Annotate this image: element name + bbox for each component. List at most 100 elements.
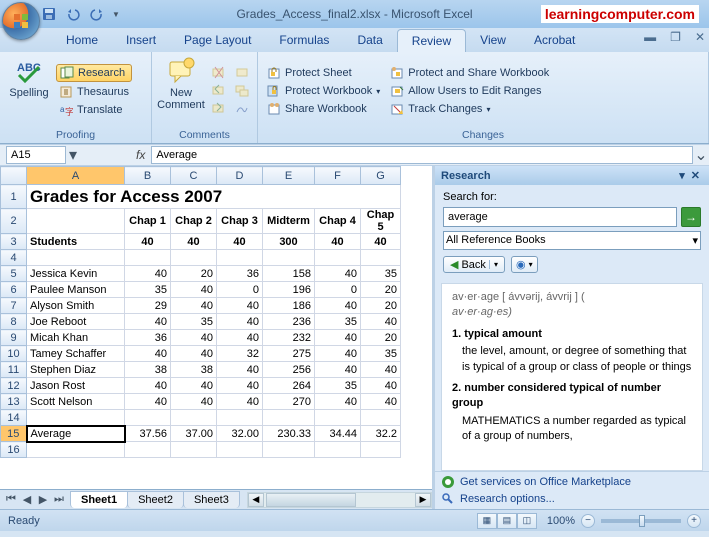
- zoom-level[interactable]: 100%: [547, 515, 575, 527]
- prev-sheet-icon[interactable]: ◀: [20, 493, 34, 506]
- marketplace-link[interactable]: Get services on Office Marketplace: [441, 475, 703, 489]
- cell[interactable]: 40: [125, 266, 171, 282]
- cell[interactable]: [315, 250, 361, 266]
- cell[interactable]: 196: [263, 282, 315, 298]
- cell[interactable]: 40: [315, 394, 361, 410]
- column-header[interactable]: E: [263, 167, 315, 185]
- cell[interactable]: [361, 410, 401, 426]
- cell[interactable]: Joe Reboot: [27, 314, 125, 330]
- fx-icon[interactable]: fx: [136, 148, 145, 162]
- namebox-dropdown-icon[interactable]: ▾: [66, 145, 80, 165]
- row-header[interactable]: 16: [1, 442, 27, 458]
- show-all-comments-button[interactable]: [232, 83, 252, 99]
- protect-workbook-button[interactable]: Protect Workbook ▾: [264, 83, 383, 99]
- thesaurus-button[interactable]: Thesaurus: [56, 84, 132, 100]
- row-header[interactable]: 2: [1, 209, 27, 234]
- prev-comment-button[interactable]: [208, 83, 228, 99]
- cell[interactable]: [217, 442, 263, 458]
- spreadsheet-grid[interactable]: ABCDEFG1Grades for Access 20072Chap 1Cha…: [0, 166, 432, 509]
- go-button[interactable]: →: [681, 207, 701, 227]
- row-header[interactable]: 1: [1, 185, 27, 209]
- close-icon[interactable]: ✕: [695, 30, 705, 44]
- tab-review[interactable]: Review: [397, 29, 466, 52]
- cell[interactable]: Paulee Manson: [27, 282, 125, 298]
- row-header[interactable]: 13: [1, 394, 27, 410]
- tab-insert[interactable]: Insert: [112, 29, 170, 52]
- sheet-tab-sheet2[interactable]: Sheet2: [127, 491, 184, 508]
- protect-share-button[interactable]: Protect and Share Workbook: [387, 65, 552, 81]
- cell[interactable]: 264: [263, 378, 315, 394]
- cell[interactable]: [125, 250, 171, 266]
- cell[interactable]: [217, 410, 263, 426]
- cell[interactable]: 35: [315, 314, 361, 330]
- restore-icon[interactable]: ❐: [670, 30, 681, 44]
- cell[interactable]: 20: [361, 330, 401, 346]
- cell[interactable]: 40: [125, 394, 171, 410]
- cell[interactable]: Jessica Kevin: [27, 266, 125, 282]
- cell[interactable]: 35: [361, 346, 401, 362]
- tab-acrobat[interactable]: Acrobat: [520, 29, 589, 52]
- save-icon[interactable]: [38, 3, 60, 25]
- cell[interactable]: 40: [171, 378, 217, 394]
- cell[interactable]: Chap 4: [315, 209, 361, 234]
- cell[interactable]: 40: [125, 314, 171, 330]
- row-header[interactable]: 6: [1, 282, 27, 298]
- cell[interactable]: 40: [217, 298, 263, 314]
- cell[interactable]: 256: [263, 362, 315, 378]
- cell[interactable]: 40: [361, 362, 401, 378]
- cell[interactable]: 40: [361, 378, 401, 394]
- cell[interactable]: Chap 5: [361, 209, 401, 234]
- cell[interactable]: 40: [315, 234, 361, 250]
- show-ink-button[interactable]: [232, 101, 252, 117]
- research-source-select[interactable]: All Reference Books▾: [443, 231, 701, 250]
- normal-view-button[interactable]: ▦: [477, 513, 497, 529]
- back-button[interactable]: ◀ Back ▾: [443, 256, 505, 273]
- tab-view[interactable]: View: [466, 29, 520, 52]
- cell[interactable]: [315, 442, 361, 458]
- tab-data[interactable]: Data: [343, 29, 396, 52]
- pane-dropdown-icon[interactable]: ▾: [676, 169, 688, 182]
- row-header[interactable]: 10: [1, 346, 27, 362]
- share-workbook-button[interactable]: Share Workbook: [264, 101, 383, 117]
- spelling-button[interactable]: ABC Spelling: [6, 55, 52, 127]
- cell[interactable]: 230.33: [263, 426, 315, 442]
- cell[interactable]: 40: [217, 362, 263, 378]
- research-search-input[interactable]: [443, 207, 677, 227]
- cell[interactable]: Chap 2: [171, 209, 217, 234]
- cell[interactable]: [217, 250, 263, 266]
- cell[interactable]: Midterm: [263, 209, 315, 234]
- tab-home[interactable]: Home: [52, 29, 112, 52]
- cell[interactable]: 186: [263, 298, 315, 314]
- cell[interactable]: 37.00: [171, 426, 217, 442]
- formula-input[interactable]: Average: [151, 146, 693, 164]
- cell[interactable]: 40: [171, 394, 217, 410]
- cell[interactable]: 32.00: [217, 426, 263, 442]
- cell[interactable]: Students: [27, 234, 125, 250]
- allow-edit-ranges-button[interactable]: Allow Users to Edit Ranges: [387, 83, 552, 99]
- cell[interactable]: 40: [171, 298, 217, 314]
- protect-sheet-button[interactable]: Protect Sheet: [264, 65, 383, 81]
- cell[interactable]: Tamey Schaffer: [27, 346, 125, 362]
- zoom-slider[interactable]: [601, 519, 681, 523]
- cell[interactable]: 37.56: [125, 426, 171, 442]
- pane-close-icon[interactable]: ✕: [688, 169, 703, 182]
- cell[interactable]: [171, 442, 217, 458]
- column-header[interactable]: D: [217, 167, 263, 185]
- select-all-corner[interactable]: [1, 167, 27, 185]
- cell[interactable]: 38: [125, 362, 171, 378]
- row-header[interactable]: 15: [1, 426, 27, 442]
- cell[interactable]: 35: [361, 266, 401, 282]
- row-header[interactable]: 11: [1, 362, 27, 378]
- cell[interactable]: 40: [217, 234, 263, 250]
- cell[interactable]: 20: [361, 282, 401, 298]
- redo-icon[interactable]: [86, 3, 108, 25]
- cell[interactable]: [125, 442, 171, 458]
- cell[interactable]: 40: [315, 266, 361, 282]
- column-header[interactable]: A: [27, 167, 125, 185]
- name-box[interactable]: A15: [6, 146, 66, 164]
- cell[interactable]: 35: [125, 282, 171, 298]
- cell[interactable]: 40: [361, 394, 401, 410]
- column-header[interactable]: F: [315, 167, 361, 185]
- cell[interactable]: 36: [217, 266, 263, 282]
- cell[interactable]: 40: [125, 346, 171, 362]
